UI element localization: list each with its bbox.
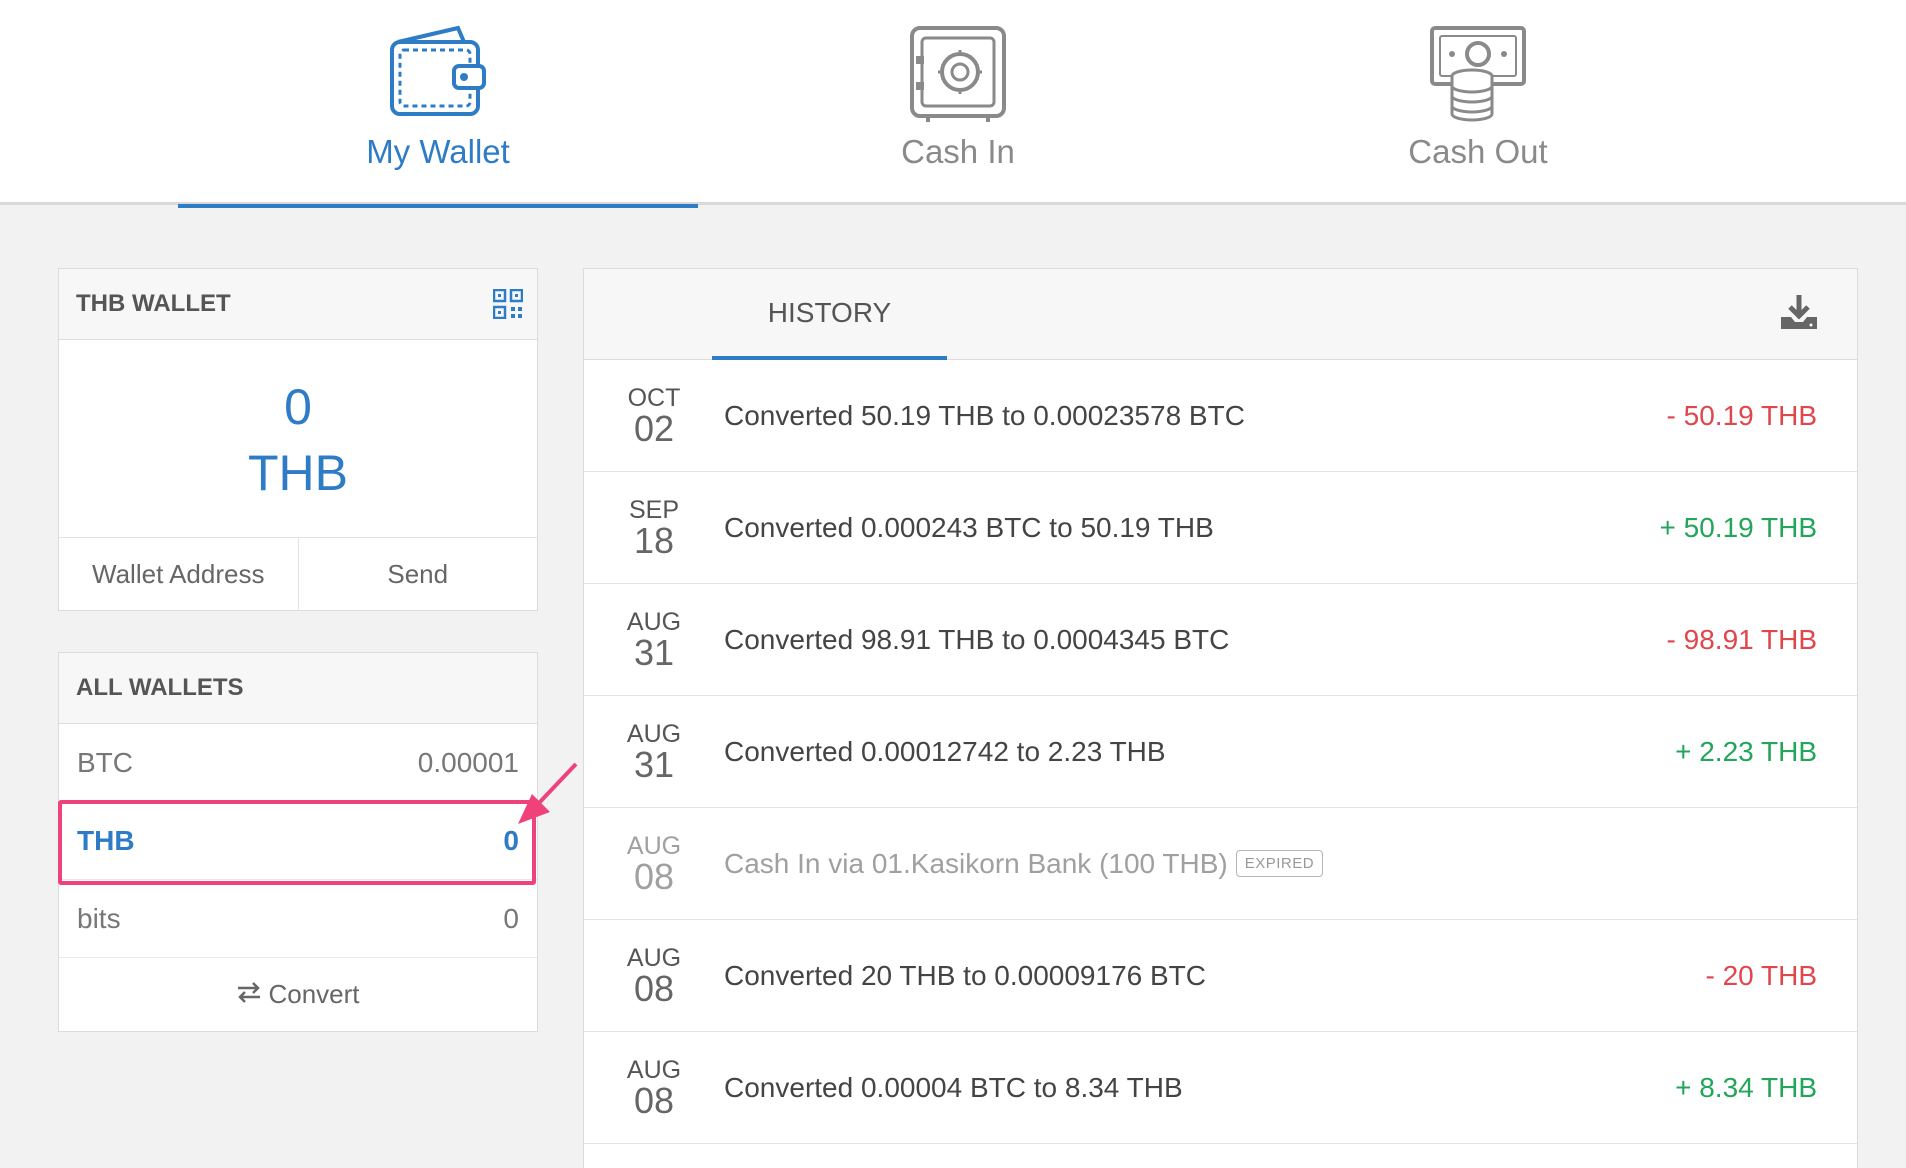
tx-amount: - 98.91 THB	[1666, 623, 1817, 655]
tx-day: 31	[633, 743, 675, 785]
all-wallets-header: ALL WALLETS	[59, 653, 537, 724]
tab-my-wallet[interactable]: My Wallet	[178, 0, 698, 208]
tab-label: My Wallet	[366, 133, 510, 170]
tx-day: 08	[633, 967, 675, 1009]
history-row[interactable]: AUG 08 Converted 0.00004 BTC to 8.34 THB…	[584, 1032, 1857, 1144]
tx-date: AUG 08	[584, 833, 724, 895]
tx-day: 18	[633, 519, 675, 561]
safe-icon	[908, 24, 1008, 129]
tab-history[interactable]: HISTORY	[712, 269, 947, 360]
history-panel: HISTORY OCT 02 Converted 50.19 THB to 0.…	[583, 268, 1858, 1168]
tab-cash-out[interactable]: Cash Out	[1218, 0, 1738, 205]
tab-label: Cash Out	[1408, 133, 1548, 170]
convert-label: Convert	[268, 979, 360, 1009]
send-button[interactable]: Send	[297, 538, 538, 611]
thb-wallet-header: THB WALLET	[59, 269, 537, 340]
top-navigation: My Wallet Cash In Cash Out	[0, 0, 1906, 208]
wallet-row-btc[interactable]: BTC 0.00001	[59, 724, 537, 802]
card-title: THB WALLET	[76, 290, 231, 317]
history-row[interactable]: AUG 08 Cash In via 01.Kasikorn Bank (100…	[584, 808, 1857, 920]
thb-wallet-card: THB WALLET 0 THB Wallet Address Send	[58, 268, 538, 611]
history-row[interactable]: SEP 18 Converted 0.000243 BTC to 50.19 T…	[584, 472, 1857, 584]
tx-date: OCT 02	[584, 385, 724, 447]
tx-description: Converted 20 THB to 0.00009176 BTC	[724, 959, 1207, 991]
tx-month: SEP	[628, 495, 680, 524]
highlight-box	[58, 800, 536, 885]
history-row[interactable]: AUG 31 Converted 98.91 THB to 0.0004345 …	[584, 584, 1857, 696]
wallet-amount: 0.00001	[417, 746, 519, 778]
wallet-currency: bits	[77, 902, 121, 934]
tx-amount: + 50.19 THB	[1659, 511, 1817, 543]
cash-out-icon	[1428, 24, 1528, 129]
wallet-currency: BTC	[77, 746, 133, 778]
tx-month: AUG	[626, 1055, 682, 1084]
card-title: ALL WALLETS	[76, 674, 244, 701]
tx-day: 02	[633, 407, 675, 449]
balance-currency: THB	[248, 445, 348, 501]
wallet-icon	[388, 24, 488, 125]
tx-date: AUG 08	[584, 945, 724, 1007]
tx-description: Cash In via 01.Kasikorn Bank (100 THB) E…	[724, 848, 1857, 880]
convert-button[interactable]: Convert	[59, 958, 537, 1031]
qr-code-icon[interactable]	[492, 288, 524, 326]
wallet-row-bits[interactable]: bits 0	[59, 880, 537, 958]
tx-amount: - 20 THB	[1705, 959, 1817, 991]
tx-month: AUG	[626, 831, 682, 860]
convert-icon	[236, 979, 262, 1010]
tx-amount: + 2.23 THB	[1675, 735, 1817, 767]
wallet-balance: 0 THB	[59, 340, 537, 538]
tx-amount: - 50.19 THB	[1666, 399, 1817, 431]
wallet-address-button[interactable]: Wallet Address	[59, 538, 298, 611]
tx-month: AUG	[626, 719, 682, 748]
tx-description-text: Cash In via 01.Kasikorn Bank (100 THB)	[724, 847, 1228, 879]
tx-day: 08	[633, 855, 675, 897]
history-row[interactable]: AUG 08 Converted 20 THB to 0.00009176 BT…	[584, 920, 1857, 1032]
annotation-arrow-icon	[518, 762, 578, 824]
history-row[interactable]: AUG 31 Converted 0.00012742 to 2.23 THB …	[584, 696, 1857, 808]
balance-value: 0	[284, 379, 312, 435]
wallet-amount: 0	[503, 902, 519, 934]
status-badge: EXPIRED	[1235, 850, 1324, 877]
tx-day: 08	[633, 1079, 675, 1121]
tx-month: AUG	[626, 607, 682, 636]
tx-month: OCT	[627, 383, 681, 412]
tx-day: 31	[633, 631, 675, 673]
tx-amount: + 8.34 THB	[1675, 1071, 1817, 1103]
tx-date: SEP 18	[584, 497, 724, 559]
history-row[interactable]: OCT 02 Converted 50.19 THB to 0.00023578…	[584, 360, 1857, 472]
tab-label: Cash In	[901, 133, 1015, 170]
tx-date: AUG 08	[584, 1057, 724, 1119]
tx-date: AUG 31	[584, 721, 724, 783]
tab-cash-in[interactable]: Cash In	[698, 0, 1218, 205]
wallet-actions: Wallet Address Send	[59, 538, 537, 611]
tx-month: AUG	[626, 943, 682, 972]
history-list: OCT 02 Converted 50.19 THB to 0.00023578…	[584, 360, 1857, 1144]
history-header: HISTORY	[584, 269, 1857, 360]
tx-date: AUG 31	[584, 609, 724, 671]
download-icon[interactable]	[1779, 293, 1819, 336]
